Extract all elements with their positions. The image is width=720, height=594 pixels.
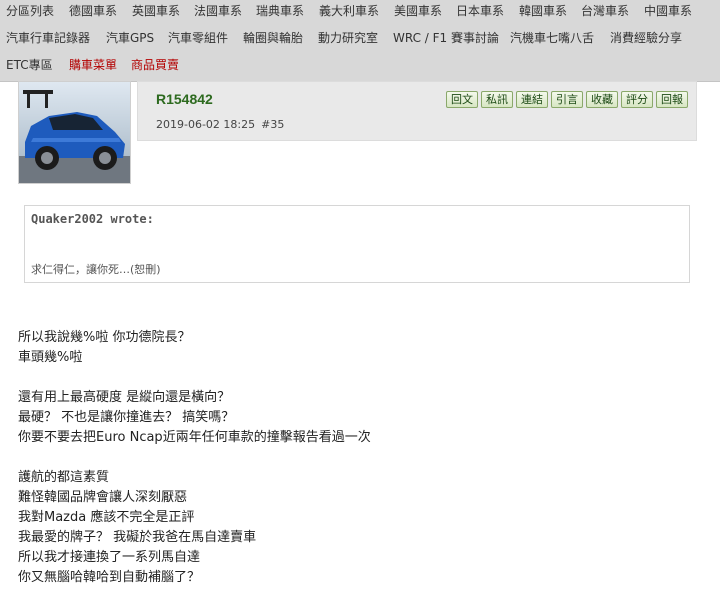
nav-item-japanese[interactable]: 日本車系 <box>456 0 504 27</box>
post-meta: 2019-06-02 18:25 #35 <box>156 118 284 131</box>
quote-text: 求仁得仁，讓你死…(恕刪) <box>31 263 161 276</box>
post-body-line: 還有用上最高硬度 是縱向還是橫向？ <box>18 390 231 405</box>
quote-block: Quaker2002 wrote: 求仁得仁，讓你死…(恕刪) <box>24 205 690 283</box>
avatar[interactable] <box>18 81 131 184</box>
nav-item-american[interactable]: 美國車系 <box>394 0 442 27</box>
nav-item-dashcam[interactable]: 汽車行車記錄器 <box>6 27 90 54</box>
nav-item-marketplace[interactable]: 商品買賣 <box>131 54 179 81</box>
post-body-line: 你又無腦哈韓哈到自動補腦了？ <box>18 570 201 585</box>
post-username[interactable]: R154842 <box>156 91 213 107</box>
nav-item-german[interactable]: 德國車系 <box>69 0 117 27</box>
nav-row-1: 分區列表 德國車系 英國車系 法國車系 瑞典車系 義大利車系 美國車系 日本車系… <box>0 0 720 27</box>
report-button[interactable]: 回報 <box>656 91 688 108</box>
nav-item-gps[interactable]: 汽車GPS <box>106 27 154 54</box>
quote-author: Quaker2002 wrote: <box>31 212 154 226</box>
post-body-line: 難怪韓國品牌會讓人深刻厭惡 <box>18 490 188 505</box>
post-body-line <box>18 368 371 388</box>
quote-button[interactable]: 引言 <box>551 91 583 108</box>
nav-row-2: 汽車行車記錄器 汽車GPS 汽車零組件 輪圈與輪胎 動力研究室 WRC / F1… <box>0 27 720 54</box>
rate-button[interactable]: 評分 <box>621 91 653 108</box>
nav-item-french[interactable]: 法國車系 <box>194 0 242 27</box>
post-action-buttons: 回文 私訊 連結 引言 收藏 評分 回報 <box>446 91 688 108</box>
post-body-line: 我對Mazda 應該不完全是正評 <box>18 510 195 525</box>
post-number[interactable]: #35 <box>261 118 284 131</box>
post-body-line: 我最愛的牌子？ 我礙於我爸在馬自達賣車 <box>18 530 257 545</box>
nav-item-wheels-tires[interactable]: 輪圈與輪胎 <box>243 27 303 54</box>
nav-item-consumer[interactable]: 消費經驗分享 <box>610 27 682 54</box>
nav-row-3: ETC專區 購車菜單 商品買賣 <box>0 54 720 81</box>
nav-item-korean[interactable]: 韓國車系 <box>519 0 567 27</box>
link-button[interactable]: 連結 <box>516 91 548 108</box>
nav-item-italian[interactable]: 義大利車系 <box>319 0 379 27</box>
nav-item-taiwan[interactable]: 台灣車系 <box>581 0 629 27</box>
nav-item-wrc-f1[interactable]: WRC / F1 賽事討論 <box>393 27 499 54</box>
post-body-line: 護航的都這素質 <box>18 470 110 485</box>
post-body-line: 你要不要去把Euro Ncap近兩年任何車款的撞擊報告看過一次 <box>18 430 371 445</box>
nav-item-swedish[interactable]: 瑞典車系 <box>256 0 304 27</box>
nav-item-section-list[interactable]: 分區列表 <box>6 0 54 27</box>
nav-item-buy-car-menu[interactable]: 購車菜單 <box>69 54 117 81</box>
post-body: 所以我說幾%啦 你功德院長？ 車頭幾%啦 還有用上最高硬度 是縱向還是橫向？ 最硬？… <box>18 328 371 588</box>
post-date: 2019-06-02 18:25 <box>156 118 256 131</box>
favorite-button[interactable]: 收藏 <box>586 91 618 108</box>
forum-nav-bar: 分區列表 德國車系 英國車系 法國車系 瑞典車系 義大利車系 美國車系 日本車系… <box>0 0 720 82</box>
private-message-button[interactable]: 私訊 <box>481 91 513 108</box>
car-avatar-image <box>19 82 130 183</box>
nav-item-parts[interactable]: 汽車零組件 <box>168 27 228 54</box>
post-body-line: 車頭幾%啦 <box>18 350 83 365</box>
post-body-line: 所以我說幾%啦 你功德院長？ <box>18 330 191 345</box>
nav-item-british[interactable]: 英國車系 <box>132 0 180 27</box>
post-body-line: 所以我才接連換了一系列馬自達 <box>18 550 201 565</box>
nav-item-chat[interactable]: 汽機車七嘴八舌 <box>510 27 594 54</box>
nav-item-power-lab[interactable]: 動力研究室 <box>318 27 378 54</box>
post-body-line: 最硬？ 不也是讓你撞進去？ 搞笑嗎？ <box>18 410 235 425</box>
nav-item-etc[interactable]: ETC專區 <box>6 54 53 81</box>
post-header: R154842 2019-06-02 18:25 #35 回文 私訊 連結 引言 … <box>137 81 697 141</box>
nav-item-china[interactable]: 中國車系 <box>644 0 692 27</box>
post-body-line <box>18 448 371 468</box>
reply-button[interactable]: 回文 <box>446 91 478 108</box>
